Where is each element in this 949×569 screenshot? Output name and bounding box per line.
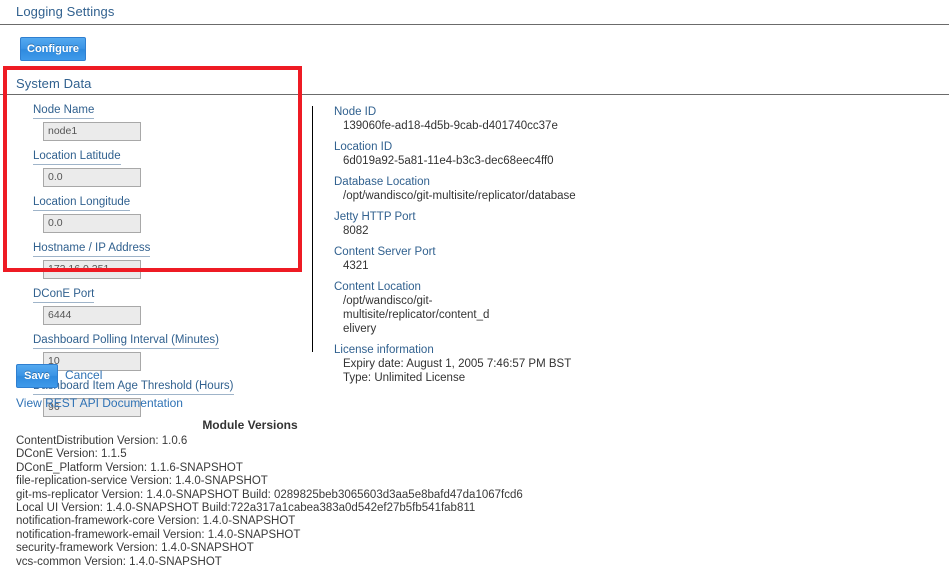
form-field: DConE Port bbox=[33, 288, 283, 325]
module-version-line: file-replication-service Version: 1.4.0-… bbox=[16, 475, 268, 488]
module-version-line: ContentDistribution Version: 1.0.6 bbox=[16, 435, 188, 447]
logging-settings-heading: Logging Settings bbox=[16, 4, 115, 19]
module-versions-title: Module Versions bbox=[202, 418, 298, 432]
info-value: Expiry date: August 1, 2005 7:46:57 PM B… bbox=[343, 358, 572, 370]
module-version-line: DConE_Platform Version: 1.1.6-SNAPSHOT bbox=[16, 461, 243, 474]
field-input[interactable] bbox=[43, 306, 141, 325]
system-data-info: Node ID 139060fe-ad18-4d5b-9cab-d401740cc… bbox=[334, 105, 654, 392]
module-version-line: security-framework Version: 1.4.0-SNAPSH… bbox=[16, 542, 254, 555]
info-value: 4321 bbox=[343, 260, 369, 272]
form-field: Location Latitude bbox=[33, 150, 283, 187]
module-version-line: notification-framework-email Version: 1.… bbox=[16, 528, 301, 541]
field-label: DConE Port bbox=[33, 288, 95, 303]
field-label: Location Latitude bbox=[33, 150, 121, 165]
view-rest-api-documentation-link[interactable]: View REST API Documentation bbox=[16, 396, 183, 410]
info-label: Node ID bbox=[334, 106, 377, 118]
module-version-line: DConE Version: 1.1.5 bbox=[16, 448, 127, 461]
system-data-heading: System Data bbox=[16, 76, 92, 91]
info-item: License information Expiry date: August 1… bbox=[334, 343, 654, 385]
form-field: Node Name bbox=[33, 104, 283, 141]
module-version-line: notification-framework-core Version: 1.4… bbox=[16, 515, 296, 528]
info-item: Database Location/opt/wandisco/git-multi… bbox=[334, 175, 654, 203]
form-field: Location Longitude bbox=[33, 196, 283, 233]
field-input[interactable] bbox=[43, 122, 141, 141]
info-label: Jetty HTTP Port bbox=[334, 211, 416, 223]
module-version-line: git-ms-replicator Version: 1.4.0-SNAPSHO… bbox=[16, 488, 523, 501]
form-field: Hostname / IP Address bbox=[33, 242, 283, 279]
form-field: Dashboard Polling Interval (Minutes) bbox=[33, 334, 283, 371]
info-value: 8082 bbox=[343, 225, 369, 237]
module-version-line: vcs-common Version: 1.4.0-SNAPSHOT bbox=[16, 555, 222, 568]
column-divider bbox=[312, 106, 313, 352]
logging-settings-divider bbox=[0, 24, 949, 25]
module-version-line: Local UI Version: 1.4.0-SNAPSHOT Build:7… bbox=[16, 502, 476, 515]
field-label: Node Name bbox=[33, 104, 95, 119]
info-label: Database Location bbox=[334, 176, 430, 188]
info-value: Type: Unlimited License bbox=[343, 372, 466, 384]
field-input[interactable] bbox=[43, 214, 141, 233]
cancel-button[interactable]: Cancel bbox=[65, 368, 102, 382]
field-input[interactable] bbox=[43, 260, 141, 279]
field-input[interactable] bbox=[43, 168, 141, 187]
info-value: 6d019a92-5a81-11e4-b3c3-dec68eec4ff0 bbox=[343, 155, 554, 167]
save-button[interactable]: Save bbox=[16, 364, 58, 388]
field-label: Hostname / IP Address bbox=[33, 242, 151, 257]
field-label: Dashboard Polling Interval (Minutes) bbox=[33, 334, 220, 349]
info-label: License information bbox=[334, 344, 434, 356]
system-data-divider bbox=[0, 94, 949, 95]
info-item: Jetty HTTP Port 8082 bbox=[334, 210, 654, 238]
info-label: Content Location bbox=[334, 281, 421, 293]
field-label: Location Longitude bbox=[33, 196, 131, 211]
info-item: Location ID 6d019a92-5a81-11e4-b3c3-dec68… bbox=[334, 140, 654, 168]
configure-button[interactable]: Configure bbox=[20, 37, 86, 61]
info-label: Content Server Port bbox=[334, 246, 436, 258]
info-value: /opt/wandisco/git-multisite/replicator/d… bbox=[343, 190, 576, 202]
info-value: 139060fe-ad18-4d5b-9cab-d401740cc37e bbox=[343, 120, 558, 132]
info-item: Content Server Port 4321 bbox=[334, 245, 654, 273]
module-versions-list: ContentDistribution Version: 1.0.6 DConE … bbox=[16, 435, 916, 569]
info-label: Location ID bbox=[334, 141, 393, 153]
field-label: Dashboard Item Age Threshold (Hours) bbox=[33, 380, 234, 395]
info-item: Node ID 139060fe-ad18-4d5b-9cab-d401740cc… bbox=[334, 105, 654, 133]
info-item: Content Location/opt/wandisco/git-multis… bbox=[334, 280, 654, 336]
info-value: /opt/wandisco/git-multisite/replicator/c… bbox=[343, 295, 490, 335]
